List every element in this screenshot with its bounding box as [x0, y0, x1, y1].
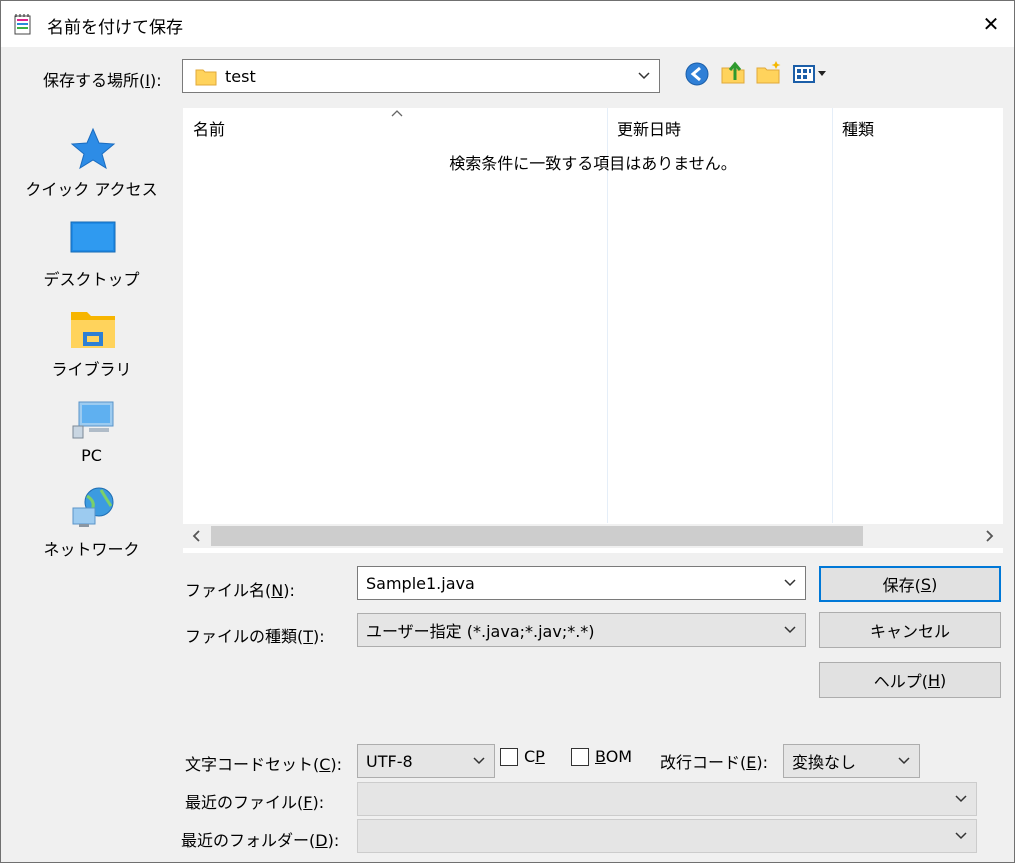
- bom-label-text: OM: [605, 747, 633, 766]
- recent-files-label: 最近のファイル(F):: [185, 789, 324, 813]
- horizontal-scrollbar[interactable]: [183, 524, 1003, 548]
- linebreak-label-suffix: ):: [756, 753, 768, 772]
- save-as-dialog: 名前を付けて保存 ✕ 保存する場所(I): test クイック アクセス デスク…: [0, 0, 1015, 863]
- column-header-modified[interactable]: 更新日時: [607, 116, 832, 142]
- help-button-label: ヘルプ(: [873, 672, 928, 691]
- recent-folders-label: 最近のフォルダー(D):: [181, 827, 339, 851]
- place-library[interactable]: ライブラリ: [9, 298, 174, 384]
- location-label: 保存する場所(I):: [43, 67, 162, 91]
- place-desktop[interactable]: デスクトップ: [9, 208, 174, 294]
- filename-label-text: ファイル名(: [185, 581, 272, 600]
- place-label: クイック アクセス: [25, 180, 158, 199]
- new-folder-icon[interactable]: [755, 59, 783, 87]
- location-label-text: 保存する場所(: [43, 71, 146, 90]
- filetype-label: ファイルの種類(T):: [185, 623, 325, 647]
- column-header-type[interactable]: 種類: [832, 116, 1003, 142]
- chevron-down-icon: [955, 795, 967, 803]
- encoding-select[interactable]: UTF-8: [357, 744, 495, 778]
- save-button[interactable]: 保存(S): [819, 566, 1001, 602]
- bom-label[interactable]: BOM: [595, 747, 632, 766]
- filename-input[interactable]: Sample1.java: [357, 566, 806, 600]
- filename-label-suffix: ):: [283, 581, 295, 600]
- linebreak-value: 変換なし: [792, 753, 857, 772]
- recent-folders-label-text: 最近のフォルダー(: [181, 831, 316, 850]
- title-bar: 名前を付けて保存 ✕: [1, 1, 1014, 47]
- recent-files-label-suffix: ):: [312, 793, 325, 812]
- filename-label: ファイル名(N):: [185, 577, 295, 601]
- bom-label-accesskey: B: [595, 747, 606, 766]
- filetype-select[interactable]: ユーザー指定 (*.java;*.jav;*.*): [357, 613, 806, 647]
- linebreak-label-text: 改行コード(: [660, 753, 747, 772]
- save-button-accesskey: S: [920, 574, 932, 594]
- help-button-accesskey: H: [927, 670, 941, 690]
- help-button[interactable]: ヘルプ(H): [819, 662, 1001, 698]
- cp-label[interactable]: CP: [524, 747, 545, 766]
- scroll-left-icon[interactable]: [187, 526, 207, 546]
- desktop-icon: [70, 221, 116, 253]
- cp-label-text: C: [524, 747, 536, 766]
- filename-value: Sample1.java: [366, 573, 475, 593]
- encoding-label-accesskey: C: [319, 755, 331, 774]
- place-quick-access[interactable]: クイック アクセス: [9, 118, 174, 204]
- chevron-down-icon: [638, 72, 650, 80]
- empty-message: 検索条件に一致する項目はありません。: [449, 154, 737, 173]
- places-bar: クイック アクセス デスクトップ ライブラリ PC ネットワーク: [9, 108, 174, 708]
- chevron-down-icon: [898, 757, 910, 765]
- save-button-label: 保存(: [882, 576, 921, 595]
- recent-files-label-text: 最近のファイル(: [185, 793, 304, 812]
- location-label-suffix: ):: [149, 71, 162, 90]
- help-button-suffix: ): [940, 670, 947, 690]
- notepad-icon: [14, 14, 31, 35]
- filename-label-accesskey: N: [271, 581, 284, 600]
- filetype-label-accesskey: T: [303, 627, 314, 646]
- window-title: 名前を付けて保存: [47, 18, 183, 38]
- encoding-label-suffix: ):: [330, 755, 343, 774]
- network-icon: [72, 487, 114, 527]
- place-label: PC: [81, 446, 102, 465]
- cancel-button[interactable]: キャンセル: [819, 612, 1001, 648]
- view-menu-icon[interactable]: [791, 60, 831, 88]
- encoding-value: UTF-8: [366, 751, 413, 771]
- cp-label-accesskey: P: [535, 747, 545, 766]
- back-icon[interactable]: [683, 60, 711, 88]
- recent-files-select[interactable]: [357, 782, 977, 816]
- encoding-label: 文字コードセット(C):: [185, 751, 342, 775]
- star-icon: [70, 127, 116, 170]
- place-network[interactable]: ネットワーク: [9, 478, 174, 564]
- location-value: test: [225, 66, 256, 86]
- library-icon: [71, 312, 115, 348]
- location-combo[interactable]: test: [182, 59, 660, 93]
- scroll-right-icon[interactable]: [979, 526, 999, 546]
- chevron-down-icon[interactable]: [783, 576, 797, 590]
- up-folder-icon[interactable]: [719, 58, 747, 86]
- place-pc[interactable]: PC: [9, 388, 174, 474]
- column-header-name[interactable]: 名前: [183, 116, 607, 142]
- save-button-suffix: ): [931, 574, 938, 594]
- bom-checkbox[interactable]: [571, 748, 589, 766]
- file-list[interactable]: 名前 更新日時 種類 検索条件に一致する項目はありません。: [183, 108, 1003, 553]
- close-button[interactable]: ✕: [968, 1, 1014, 47]
- cp-checkbox[interactable]: [500, 748, 518, 766]
- chevron-down-icon: [955, 832, 967, 840]
- place-label: ネットワーク: [43, 540, 140, 559]
- recent-folders-label-accesskey: D: [315, 831, 328, 850]
- place-label: ライブラリ: [51, 360, 132, 379]
- filetype-label-suffix: ):: [313, 627, 325, 646]
- linebreak-label-accesskey: E: [746, 753, 757, 772]
- filetype-value: ユーザー指定 (*.java;*.jav;*.*): [366, 622, 595, 641]
- place-label: デスクトップ: [43, 270, 140, 289]
- linebreak-label: 改行コード(E):: [660, 749, 768, 773]
- recent-folders-label-suffix: ):: [327, 831, 340, 850]
- encoding-label-text: 文字コードセット(: [185, 755, 320, 774]
- close-icon: ✕: [982, 12, 1000, 36]
- folder-icon: [195, 69, 217, 86]
- chevron-down-icon: [473, 757, 485, 765]
- filetype-label-text: ファイルの種類(: [185, 627, 304, 646]
- chevron-down-icon: [784, 626, 796, 634]
- linebreak-select[interactable]: 変換なし: [783, 744, 920, 778]
- scrollbar-thumb[interactable]: [211, 526, 863, 546]
- recent-folders-select[interactable]: [357, 819, 977, 853]
- computer-icon: [72, 401, 114, 439]
